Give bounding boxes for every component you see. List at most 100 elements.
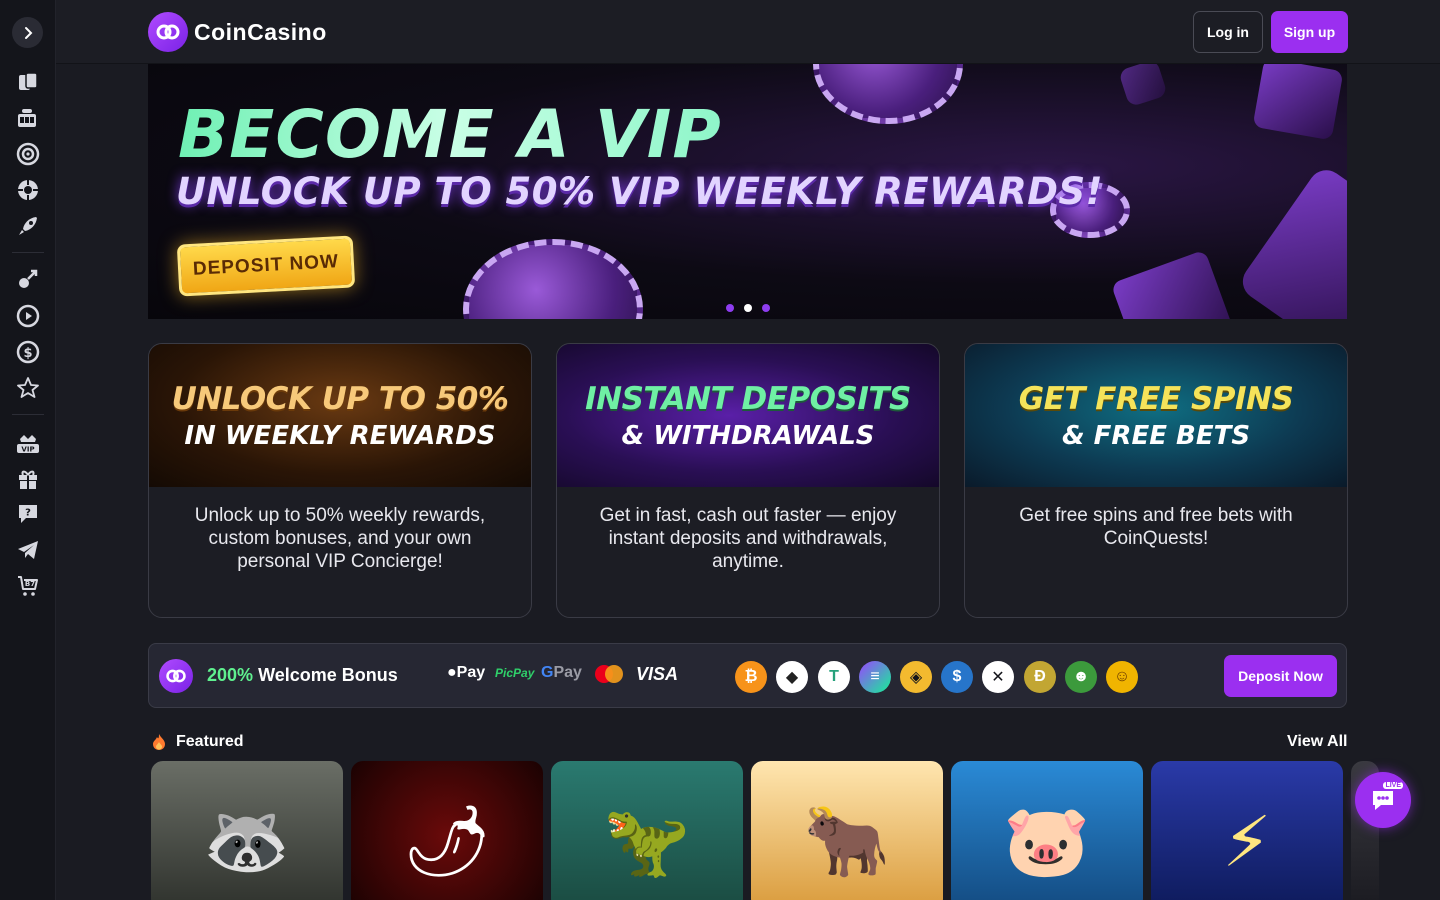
hero-subtitle: UNLOCK UP TO 50% VIP WEEKLY REWARDS! — [176, 170, 1104, 213]
game-tile-chili[interactable]: 🌶 — [351, 761, 543, 900]
sidebar-item-favorites[interactable] — [15, 375, 41, 401]
sidebar: $ VIP ? B7 — [0, 0, 56, 900]
usdc-icon: $ — [941, 661, 973, 693]
logo[interactable]: CoinCasino — [148, 12, 327, 52]
promo-card-subheading: IN WEEKLY REWARDS — [184, 420, 496, 451]
cards-icon — [19, 72, 38, 90]
dice-icon — [18, 180, 38, 200]
promo-card-banner: UNLOCK UP TO 50% IN WEEKLY REWARDS — [149, 344, 531, 487]
sidebar-item-shop[interactable]: B7 — [15, 573, 41, 599]
carousel-dot[interactable] — [726, 304, 734, 312]
promo-card-heading: INSTANT DEPOSITS — [585, 380, 911, 417]
tether-icon: T — [818, 661, 850, 693]
game-thumbnail: 🐂 — [803, 802, 891, 880]
svg-text:$: $ — [23, 346, 32, 361]
game-thumbnail: 🦖 — [603, 802, 691, 880]
fire-icon — [153, 734, 165, 750]
bonus-label: Welcome Bonus — [258, 665, 398, 685]
promo-card-banner: GET FREE SPINS & FREE BETS — [965, 344, 1347, 487]
gpay-text: Pay — [553, 664, 582, 681]
rocket-icon — [19, 217, 37, 235]
live-chat-button[interactable]: LIVE — [1355, 772, 1411, 828]
vip-crown-icon: VIP — [17, 435, 39, 454]
live-badge: LIVE — [1383, 782, 1403, 789]
sidebar-item-sports[interactable] — [15, 266, 41, 292]
chat-bubble-icon — [1373, 791, 1393, 810]
picpay-logo: PicPay — [495, 666, 535, 680]
sidebar-divider — [12, 252, 44, 253]
shiba-icon: ☺ — [1106, 661, 1138, 693]
promo-card-subheading: & FREE BETS — [1061, 420, 1251, 451]
sidebar-item-live[interactable] — [15, 303, 41, 329]
casino-chip-graphic — [813, 64, 963, 124]
sidebar-item-cards[interactable] — [15, 69, 41, 95]
promo-card-description: Get in fast, cash out faster — enjoy ins… — [599, 505, 897, 572]
dice-graphic — [1252, 64, 1344, 141]
promo-card-description: Get free spins and free bets with CoinQu… — [1019, 505, 1293, 549]
logo-icon — [148, 12, 188, 52]
login-button[interactable]: Log in — [1193, 11, 1263, 53]
sidebar-item-telegram[interactable] — [15, 537, 41, 563]
welcome-bonus-label: 200% Welcome Bonus — [207, 665, 398, 686]
hero-banner[interactable]: BECOME A VIP UNLOCK UP TO 50% VIP WEEKLY… — [148, 64, 1347, 319]
game-thumbnail: 🦝 — [203, 802, 291, 880]
gpay-logo: GPay — [541, 664, 582, 682]
apple-pay-logo: ●Pay — [447, 664, 485, 682]
sidebar-toggle-button[interactable] — [12, 17, 43, 48]
promo-card-heading: UNLOCK UP TO 50% — [171, 380, 509, 417]
signup-button[interactable]: Sign up — [1271, 11, 1348, 53]
view-all-link[interactable]: View All — [1287, 733, 1347, 751]
sidebar-item-crash[interactable] — [15, 213, 41, 239]
apple-icon: ● — [447, 664, 457, 681]
ethereum-icon: ◆ — [776, 661, 808, 693]
promo-card-banner: INSTANT DEPOSITS & WITHDRAWALS — [557, 344, 939, 487]
sidebar-item-coin[interactable]: $ — [15, 339, 41, 365]
game-thumbnail: 🌶 — [402, 802, 492, 880]
dogecoin-icon: Ð — [1024, 661, 1056, 693]
sidebar-item-roulette[interactable] — [15, 141, 41, 167]
promo-card-free-spins[interactable]: GET FREE SPINS & FREE BETS Get free spin… — [964, 343, 1348, 618]
promo-card-description: Unlock up to 50% weekly rewards, custom … — [194, 505, 486, 572]
carousel-dot[interactable] — [762, 304, 770, 312]
sidebar-item-vip[interactable]: VIP — [15, 430, 41, 456]
gift-icon — [19, 470, 37, 489]
roulette-icon — [16, 142, 40, 166]
game-tile-pigs[interactable]: 🐷 — [951, 761, 1143, 900]
game-tile-leprechaun[interactable]: 🦝 — [151, 761, 343, 900]
svg-text:VIP: VIP — [21, 446, 34, 454]
logo-text: CoinCasino — [194, 18, 327, 45]
chat-support-icon: ? — [19, 505, 37, 523]
sidebar-item-promotions[interactable] — [15, 466, 41, 492]
promo-card-subheading: & WITHDRAWALS — [621, 420, 875, 451]
bitcoin-icon: ₿ — [735, 661, 767, 693]
game-thumbnail: 🐷 — [1003, 802, 1091, 880]
solana-icon: ≡ — [859, 661, 891, 693]
mastercard-logo — [594, 664, 624, 689]
apple-pay-text: Pay — [456, 664, 486, 681]
hero-deposit-button[interactable]: DEPOSIT NOW — [176, 235, 356, 297]
gem-graphic — [1235, 163, 1347, 319]
featured-label: Featured — [176, 733, 244, 750]
play-circle-icon — [16, 304, 40, 328]
carousel-dots — [726, 304, 770, 312]
game-tile-dinosaur[interactable]: 🦖 — [551, 761, 743, 900]
slots-icon — [18, 109, 36, 127]
coin-icon: $ — [16, 340, 40, 364]
sidebar-item-dice[interactable] — [15, 177, 41, 203]
sidebar-item-slots[interactable] — [15, 105, 41, 131]
carousel-dot-active[interactable] — [744, 304, 752, 312]
sidebar-item-support[interactable]: ? — [15, 501, 41, 527]
chevron-right-icon — [24, 26, 32, 39]
star-icon — [17, 377, 39, 398]
svg-text:?: ? — [25, 508, 31, 519]
game-tile-buffalo[interactable]: 🐂 — [751, 761, 943, 900]
deposit-now-button[interactable]: Deposit Now — [1224, 655, 1337, 697]
promo-card-vip-rewards[interactable]: UNLOCK UP TO 50% IN WEEKLY REWARDS Unloc… — [148, 343, 532, 618]
sports-icon — [19, 269, 38, 288]
sidebar-divider — [12, 414, 44, 415]
game-tile-zeus[interactable]: ⚡ — [1151, 761, 1343, 900]
promo-card-heading: GET FREE SPINS — [1018, 380, 1294, 417]
featured-section-title: Featured — [152, 733, 244, 751]
promo-card-instant-deposits[interactable]: INSTANT DEPOSITS & WITHDRAWALS Get in fa… — [556, 343, 940, 618]
bnb-icon: ◈ — [900, 661, 932, 693]
